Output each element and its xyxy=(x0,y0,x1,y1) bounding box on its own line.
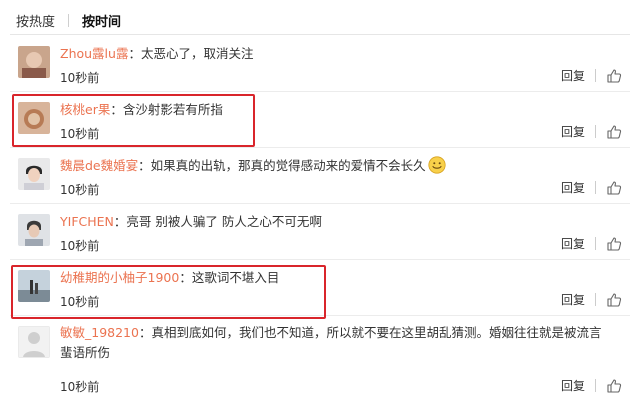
action-divider xyxy=(595,379,596,392)
comment-item: 敏敏_198210：真相到底如何，我们也不知道，所以就不要在这里胡乱猜测。婚姻往… xyxy=(10,316,630,407)
comment-item: Zhou露lu露：太恶心了，取消关注 10秒前 回复 xyxy=(10,36,630,92)
comment-content: 核桃er果：含沙射影若有所指 xyxy=(60,99,223,118)
comment-item: YIFCHEN：亮哥 别被人骗了 防人之心不可无啊 10秒前 回复 xyxy=(10,204,630,260)
comment-text: ：亮哥 别被人骗了 防人之心不可无啊 xyxy=(113,214,322,229)
action-divider xyxy=(595,293,596,306)
comment-text: ：太恶心了，取消关注 xyxy=(128,46,254,61)
tabs-divider xyxy=(10,34,630,35)
action-divider xyxy=(595,237,596,250)
thumbs-up-icon[interactable] xyxy=(606,68,622,84)
comment-content: 幼稚期的小柚子1900：这歌词不堪入目 xyxy=(60,267,279,286)
comment-actions: 回复 xyxy=(561,67,622,84)
tab-divider xyxy=(68,13,70,27)
reply-button[interactable]: 回复 xyxy=(561,179,585,196)
comment-item: 核桃er果：含沙射影若有所指 10秒前 回复 xyxy=(10,92,630,148)
comment-username[interactable]: YIFCHEN xyxy=(60,214,114,229)
comment-item: 幼稚期的小柚子1900：这歌词不堪入目 10秒前 回复 xyxy=(10,260,630,316)
comment-text: ：含沙射影若有所指 xyxy=(110,102,223,117)
sort-tabs: 按热度 按时间 xyxy=(16,10,121,30)
reply-button[interactable]: 回复 xyxy=(561,235,585,252)
comment-username[interactable]: 核桃er果 xyxy=(60,102,110,117)
reply-button[interactable]: 回复 xyxy=(561,291,585,308)
avatar[interactable] xyxy=(18,270,50,302)
thumbs-up-icon[interactable] xyxy=(606,292,622,308)
action-divider xyxy=(595,125,596,138)
comment-username[interactable]: Zhou露lu露 xyxy=(60,46,128,61)
comment-text: ：真相到底如何，我们也不知道，所以就不要在这里胡乱猜测。婚姻往往就是被流言 xyxy=(138,325,602,340)
thumbs-up-icon[interactable] xyxy=(606,124,622,140)
smile-emoji-icon xyxy=(428,156,446,174)
avatar[interactable] xyxy=(18,326,50,358)
comment-item: 魏晨de魏婚宴：如果真的出轨，那真的觉得感动来的爱情不会长久 10秒前 回复 xyxy=(10,148,630,204)
comment-content: 魏晨de魏婚宴：如果真的出轨，那真的觉得感动来的爱情不会长久 xyxy=(60,155,446,174)
comment-text: ：如果真的出轨，那真的觉得感动来的爱情不会长久 xyxy=(138,158,426,173)
comment-actions: 回复 xyxy=(561,377,622,394)
comment-username[interactable]: 敏敏_198210 xyxy=(60,325,139,340)
comment-username[interactable]: 魏晨de魏婚宴 xyxy=(60,158,138,173)
comment-username[interactable]: 幼稚期的小柚子1900 xyxy=(60,270,179,285)
tab-by-time[interactable]: 按时间 xyxy=(82,11,121,30)
reply-button[interactable]: 回复 xyxy=(561,123,585,140)
avatar[interactable] xyxy=(18,46,50,78)
comment-text: ：这歌词不堪入目 xyxy=(179,270,280,285)
comment-actions: 回复 xyxy=(561,235,622,252)
comment-text-continued: 蜚语所伤 xyxy=(60,345,111,360)
comment-time: 10秒前 xyxy=(60,183,100,197)
comment-content: YIFCHEN：亮哥 别被人骗了 防人之心不可无啊 xyxy=(60,211,322,230)
comment-actions: 回复 xyxy=(561,179,622,196)
avatar[interactable] xyxy=(18,158,50,190)
action-divider xyxy=(595,181,596,194)
tab-by-hot[interactable]: 按热度 xyxy=(16,11,55,30)
comment-actions: 回复 xyxy=(561,123,622,140)
comment-time: 10秒前 xyxy=(60,295,100,309)
comment-time: 10秒前 xyxy=(60,380,100,394)
avatar[interactable] xyxy=(18,214,50,246)
comment-time: 10秒前 xyxy=(60,127,100,141)
comment-time: 10秒前 xyxy=(60,239,100,253)
thumbs-up-icon[interactable] xyxy=(606,236,622,252)
reply-button[interactable]: 回复 xyxy=(561,377,585,394)
comment-content: 敏敏_198210：真相到底如何，我们也不知道，所以就不要在这里胡乱猜测。婚姻往… xyxy=(60,323,601,363)
comment-time: 10秒前 xyxy=(60,71,100,85)
thumbs-up-icon[interactable] xyxy=(606,378,622,394)
reply-button[interactable]: 回复 xyxy=(561,67,585,84)
action-divider xyxy=(595,69,596,82)
comment-content: Zhou露lu露：太恶心了，取消关注 xyxy=(60,43,253,62)
thumbs-up-icon[interactable] xyxy=(606,180,622,196)
comment-actions: 回复 xyxy=(561,291,622,308)
avatar[interactable] xyxy=(18,102,50,134)
